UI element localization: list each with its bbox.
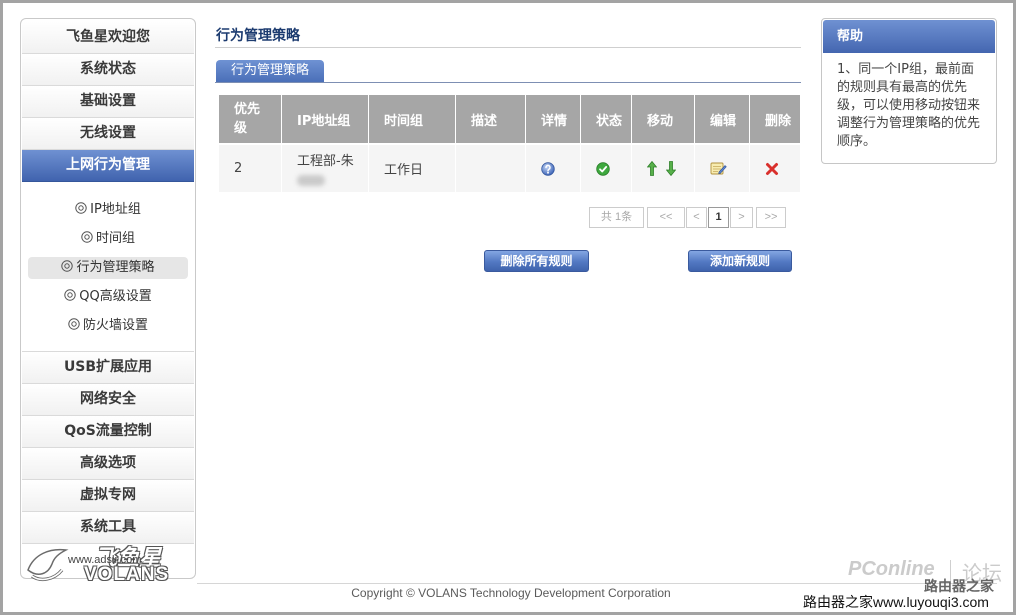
menu-item-wireless-settings[interactable]: 无线设置 <box>22 118 194 150</box>
column-header-time-group: 时间组 <box>369 95 455 143</box>
bullet-circle-icon <box>64 289 76 301</box>
site-name-watermark: 路由器之家 <box>924 579 994 595</box>
site-banner-watermark: 路由器之家www.luyouqi3.com <box>801 594 1012 610</box>
menu-item-qos[interactable]: QoS流量控制 <box>22 416 194 448</box>
bullet-circle-icon <box>75 202 87 214</box>
title-divider <box>215 47 801 48</box>
cell-status <box>581 145 631 192</box>
column-header-label: 优先级 <box>234 102 261 136</box>
menu-item-usb-apps[interactable]: USB扩展应用 <box>22 352 194 384</box>
menu-item-vpn[interactable]: 虚拟专网 <box>22 480 194 512</box>
cell-delete <box>750 145 800 192</box>
edit-icon[interactable] <box>710 161 727 176</box>
column-header-status: 状态 <box>581 95 631 143</box>
menu-item-behavior-management[interactable]: 上网行为管理 <box>22 150 194 182</box>
menu-item-welcome[interactable]: 飞鱼星欢迎您 <box>22 22 194 54</box>
tab-behavior-policy[interactable]: 行为管理策略 <box>216 60 324 82</box>
pagination-prev-button[interactable]: < <box>686 207 707 228</box>
cell-details <box>526 145 580 192</box>
info-icon[interactable] <box>541 161 555 176</box>
help-panel: 帮助 1、同一个IP组，最前面的规则具有最高的优先级，可以使用移动按钮来调整行为… <box>821 18 997 164</box>
submenu-item-firewall[interactable]: 防火墙设置 <box>28 315 188 337</box>
add-new-rule-button[interactable]: 添加新规则 <box>688 250 792 272</box>
column-header-description: 描述 <box>456 95 525 143</box>
submenu-item-label: 行为管理策略 <box>76 260 155 275</box>
pagination-current-page[interactable]: 1 <box>708 207 729 228</box>
help-title: 帮助 <box>823 20 995 53</box>
redacted-text <box>297 174 325 186</box>
submenu-item-ip-groups[interactable]: IP地址组 <box>28 199 188 221</box>
delete-all-rules-button[interactable]: 删除所有规则 <box>484 250 589 272</box>
submenu-item-label: 防火墙设置 <box>82 318 148 333</box>
submenu-item-behavior-policy[interactable]: 行为管理策略 <box>28 257 188 279</box>
cell-time-group: 工作日 <box>369 145 455 192</box>
pconline-watermark: PConline <box>848 558 935 580</box>
cell-ip-group: 工程部-朱 <box>282 145 368 192</box>
tab-divider <box>215 82 801 83</box>
policy-table: 优先级 IP地址组 时间组 描述 详情 状态 移动 编辑 删除 2 工程部-朱 … <box>219 95 800 192</box>
bullet-circle-icon <box>68 318 80 330</box>
submenu-item-label: IP地址组 <box>90 202 141 217</box>
submenu-item-time-groups[interactable]: 时间组 <box>28 228 188 250</box>
bullet-circle-icon <box>81 231 93 243</box>
delete-icon[interactable] <box>765 162 779 176</box>
brand-url: www.adslr.com <box>68 554 142 566</box>
column-header-details: 详情 <box>526 95 580 143</box>
pagination-next-button[interactable]: > <box>730 207 753 228</box>
footer-divider <box>197 583 997 584</box>
menu-item-network-security[interactable]: 网络安全 <box>22 384 194 416</box>
ip-group-name: 工程部-朱 <box>297 153 354 169</box>
page-title: 行为管理策略 <box>216 28 300 44</box>
submenu-item-qq-advanced[interactable]: QQ高级设置 <box>28 286 188 308</box>
menu-item-advanced-options[interactable]: 高级选项 <box>22 448 194 480</box>
cell-move <box>632 145 694 192</box>
menu-item-system-status[interactable]: 系统状态 <box>22 54 194 86</box>
cell-description <box>456 145 525 192</box>
column-header-priority: 优先级 <box>219 95 281 143</box>
move-down-icon[interactable] <box>666 161 676 176</box>
move-up-icon[interactable] <box>647 161 657 176</box>
column-header-edit: 编辑 <box>695 95 749 143</box>
enabled-check-icon[interactable] <box>596 161 610 176</box>
cell-edit <box>695 145 749 192</box>
behavior-submenu: IP地址组 时间组 行为管理策略 QQ高级设置 防火墙设置 <box>22 182 194 352</box>
copyright-text: Copyright © VOLANS Technology Developmen… <box>351 586 671 600</box>
column-header-delete: 删除 <box>750 95 800 143</box>
fish-logo-icon <box>27 548 69 582</box>
submenu-item-label: 时间组 <box>95 231 135 246</box>
sidebar-nav: 飞鱼星欢迎您 系统状态 基础设置 无线设置 上网行为管理 IP地址组 时间组 行… <box>20 18 196 579</box>
brand-logo-en: VOLANS <box>84 564 170 585</box>
column-header-move: 移动 <box>632 95 694 143</box>
pagination-last-button[interactable]: >> <box>756 207 786 228</box>
pagination-first-button[interactable]: << <box>647 207 685 228</box>
pagination-summary: 共 1条 <box>589 207 644 228</box>
menu-item-basic-settings[interactable]: 基础设置 <box>22 86 194 118</box>
column-header-ip-group: IP地址组 <box>282 95 368 143</box>
help-text: 1、同一个IP组，最前面的规则具有最高的优先级，可以使用移动按钮来调整行为管理策… <box>837 62 981 149</box>
bullet-circle-icon <box>61 260 74 272</box>
submenu-item-label: QQ高级设置 <box>79 289 152 304</box>
cell-priority: 2 <box>219 145 281 192</box>
